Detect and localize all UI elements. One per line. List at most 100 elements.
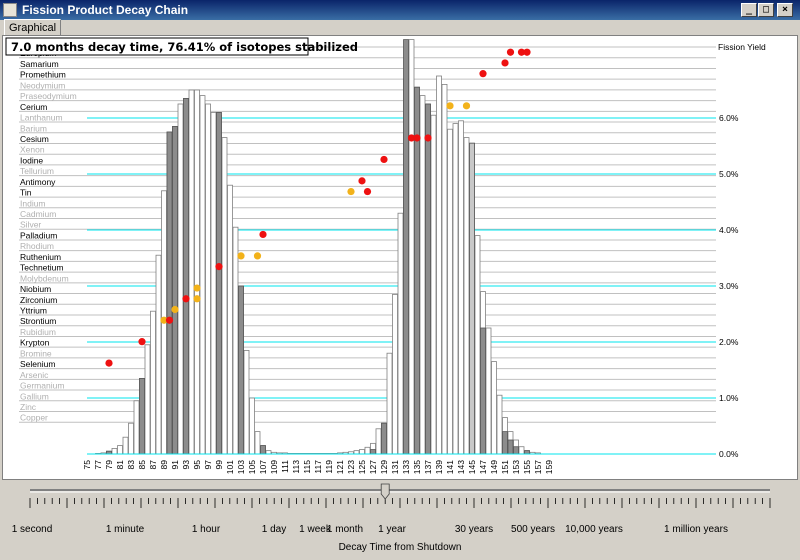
x-tick-label: 111 [280, 460, 290, 473]
isotope-dot [523, 48, 531, 56]
yield-bar [144, 344, 151, 455]
undecayed-bar [370, 449, 376, 455]
x-tick-label: 93 [181, 460, 191, 470]
slider-caption: Decay Time from Shutdown [338, 542, 462, 553]
x-tick-label: 109 [269, 460, 279, 474]
element-label: Rubidium [20, 327, 56, 337]
slider-tick-label: 1 month [326, 524, 364, 535]
undecayed-bar [166, 131, 173, 455]
slider-tick-label: 1 day [261, 524, 287, 535]
isotope-dot [347, 187, 355, 196]
x-tick-label: 99 [214, 460, 224, 470]
yield-bar [117, 445, 123, 455]
x-tick-label: 125 [357, 460, 367, 474]
isotope-dot [479, 70, 487, 78]
slider-thumb[interactable] [380, 483, 390, 500]
isotope-dot [215, 263, 223, 271]
x-tick-label: 103 [236, 460, 246, 474]
y-tick-label: 3.0% [719, 281, 739, 291]
yield-bar [221, 137, 228, 455]
yield-bar [386, 352, 393, 455]
yield-bar [243, 349, 250, 455]
element-label: Arsenic [20, 370, 49, 380]
undecayed-bar [502, 431, 508, 455]
x-tick-label: 131 [390, 460, 400, 474]
yield-bar [188, 89, 195, 455]
x-tick-label: 157 [533, 460, 543, 474]
yield-bar [254, 431, 261, 455]
yield-bar [447, 128, 453, 455]
x-tick-label: 75 [82, 460, 92, 470]
undecayed-bar [414, 86, 420, 455]
chart-panel: GadoliniumEuropiumSamariumPromethiumNeod… [2, 35, 798, 480]
yield-bar [227, 184, 233, 455]
yield-bar [199, 95, 206, 455]
y-tick-label: 1.0% [719, 393, 739, 403]
element-label: Zirconium [20, 295, 57, 305]
yield-bar [430, 114, 437, 455]
yield-bar [194, 89, 200, 455]
yield-bar [375, 428, 382, 455]
yield-bar [359, 449, 365, 455]
x-tick-label: 133 [401, 460, 411, 474]
undecayed-bar [403, 39, 409, 455]
element-label: Zinc [20, 402, 37, 412]
yield-bar [491, 361, 497, 455]
isotope-dot [380, 155, 388, 164]
yield-bar [452, 123, 459, 455]
x-tick-label: 105 [247, 460, 257, 474]
element-label: Silver [20, 220, 41, 230]
slider-tick-label: 1 minute [105, 524, 145, 535]
app-icon [3, 3, 17, 17]
yield-bar [177, 103, 184, 455]
yield-bar [474, 235, 481, 455]
y-tick-label: 6.0% [719, 113, 739, 123]
isotope-dot [506, 48, 515, 56]
element-label: Gallium [20, 391, 49, 401]
element-label: Ruthenium [20, 252, 61, 262]
maximize-button[interactable]: □ [758, 3, 774, 17]
x-tick-label: 149 [489, 460, 499, 474]
element-label: Tellurium [20, 166, 54, 176]
y-tick-label: 5.0% [719, 169, 739, 179]
yield-bar [122, 436, 129, 455]
element-label: Neodymium [20, 80, 65, 90]
element-label: Indium [20, 198, 46, 208]
window-title: Fission Product Decay Chain [22, 3, 189, 17]
isotope-dot [237, 252, 245, 260]
yield-bar [249, 397, 255, 455]
yield-bar [392, 293, 398, 455]
element-label: Promethium [20, 70, 66, 80]
element-label: Technetium [20, 263, 63, 273]
yield-bar [408, 39, 415, 455]
x-tick-label: 77 [93, 460, 103, 470]
decay-chart: GadoliniumEuropiumSamariumPromethiumNeod… [5, 37, 766, 474]
element-label: Strontium [20, 316, 56, 326]
close-button[interactable]: × [777, 3, 793, 17]
element-label: Cadmium [20, 209, 56, 219]
y-tick-label: 0.0% [719, 449, 739, 459]
x-tick-label: 123 [346, 460, 356, 474]
fission-yield-title: Fission Yield [718, 42, 766, 52]
element-label: Lanthanum [20, 113, 63, 123]
x-tick-label: 137 [423, 460, 433, 474]
yield-bar [265, 450, 272, 455]
yield-bar [205, 103, 211, 455]
x-tick-label: 151 [500, 460, 510, 474]
isotope-dot [165, 316, 174, 324]
element-label: Rhodium [20, 241, 54, 251]
x-tick-label: 85 [137, 460, 147, 470]
slider-tick-label: 10,000 years [565, 524, 623, 535]
x-tick-label: 107 [258, 460, 268, 474]
element-label: Selenium [20, 359, 55, 369]
isotope-dot [171, 305, 179, 314]
x-tick-label: 81 [115, 460, 125, 470]
element-label: Niobium [20, 284, 51, 294]
x-tick-label: 113 [291, 460, 301, 474]
element-label: Iodine [20, 155, 43, 165]
x-tick-label: 89 [159, 460, 169, 470]
minimize-button[interactable]: _ [741, 3, 757, 17]
slider-tick-label: 500 years [511, 524, 555, 535]
undecayed-bar [425, 103, 431, 455]
x-tick-label: 117 [313, 460, 323, 474]
